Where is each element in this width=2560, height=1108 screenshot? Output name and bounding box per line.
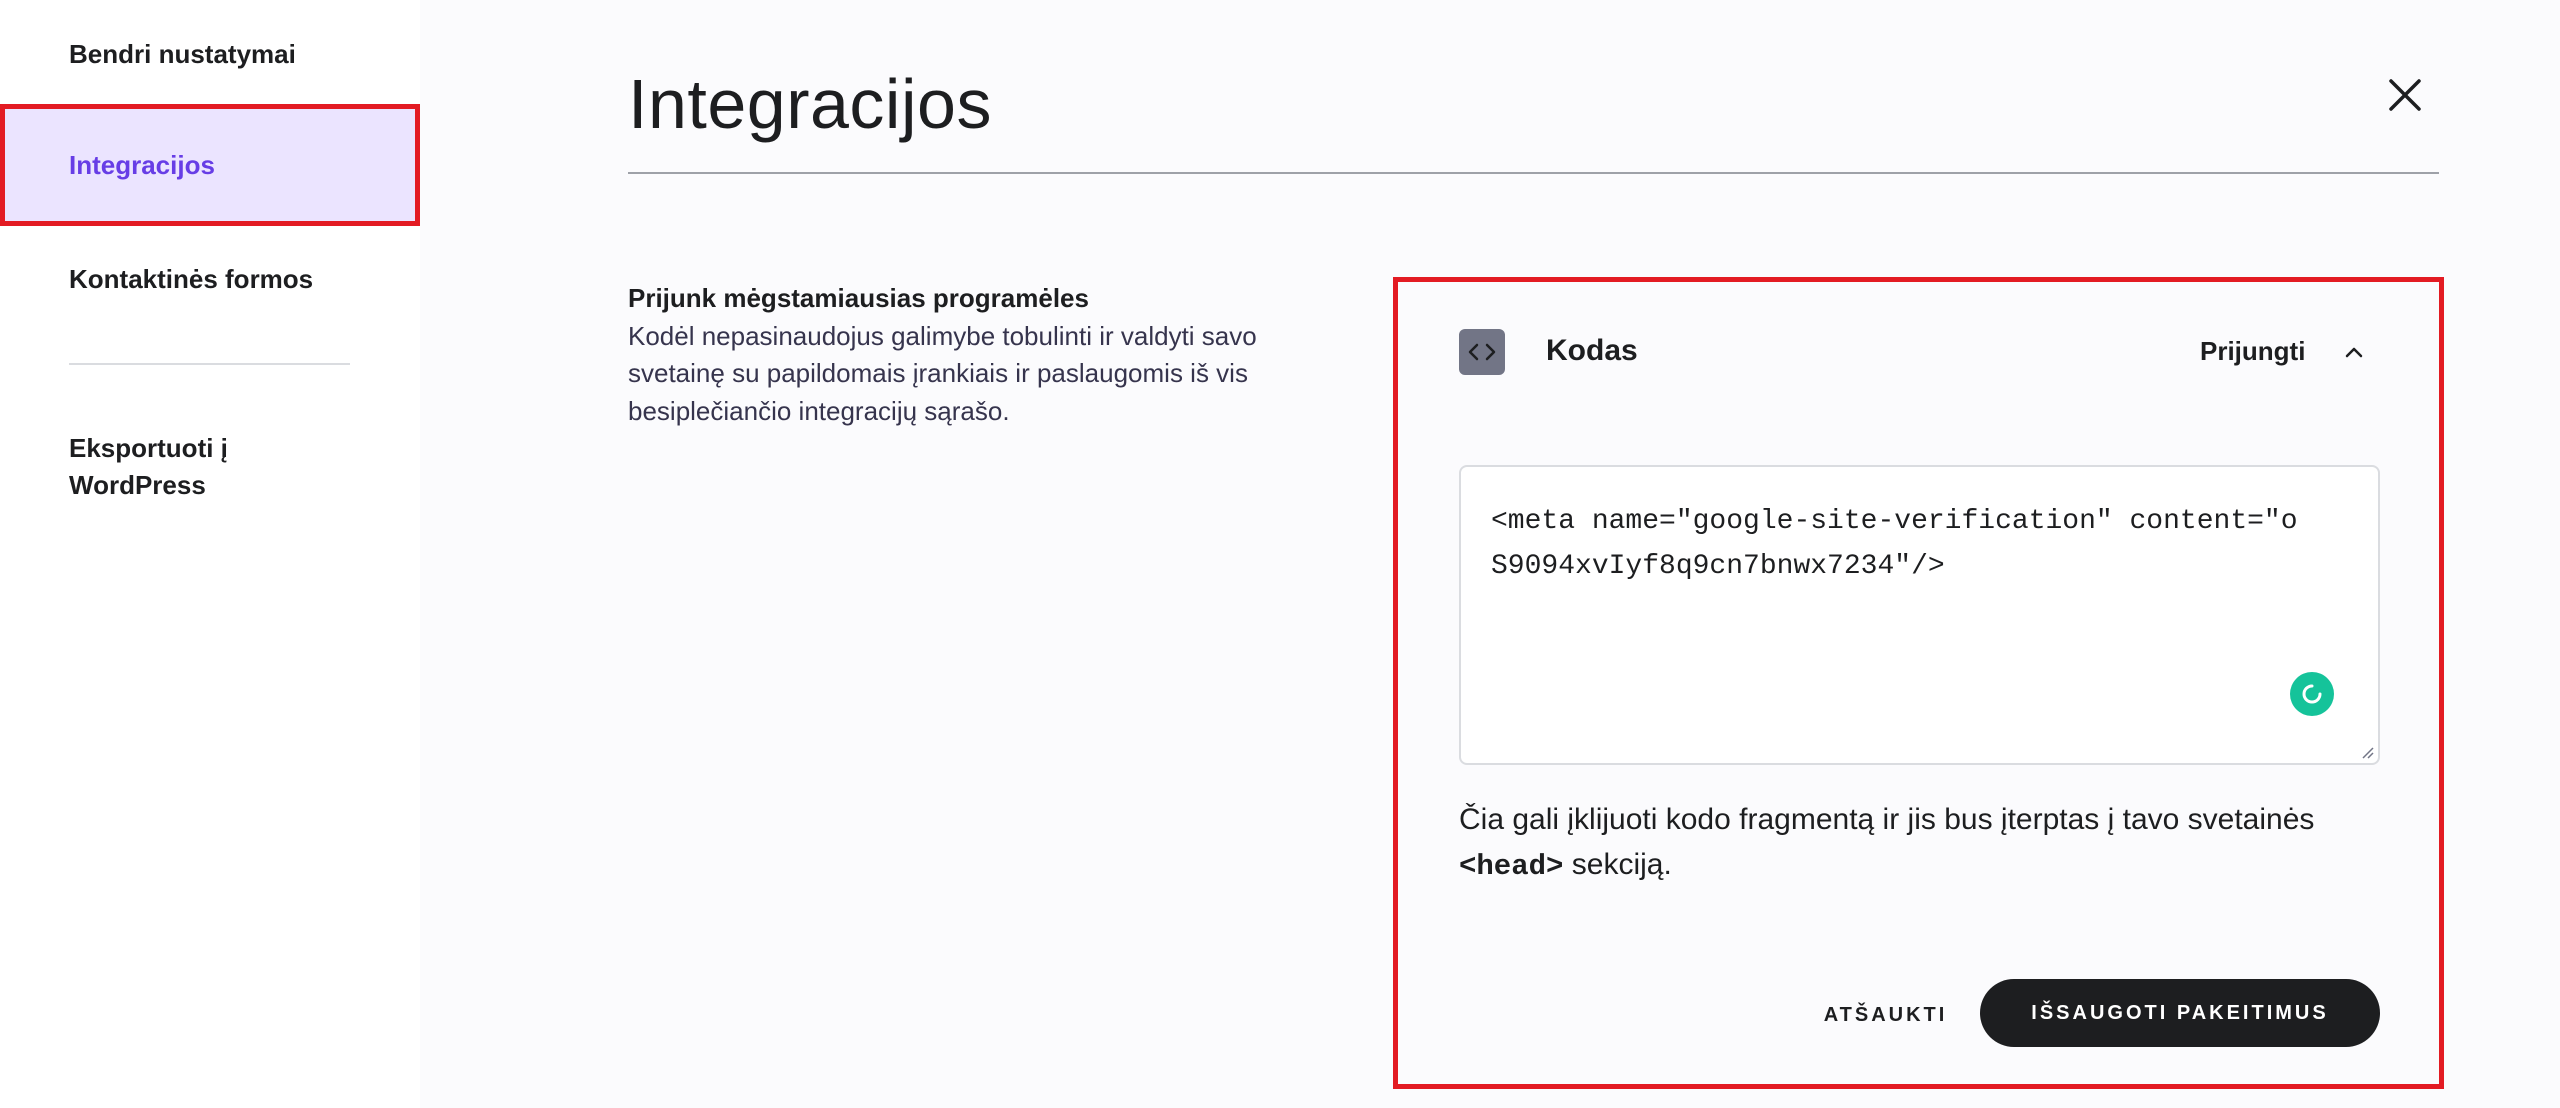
resize-handle-icon[interactable] [2360, 745, 2374, 759]
code-textarea[interactable]: <meta name="google-site-verification" co… [1459, 465, 2380, 765]
connect-button[interactable]: Prijungti [2200, 336, 2305, 367]
intro-section: Prijunk mėgstamiausias programėles Kodėl… [628, 280, 1328, 430]
sidebar-item-label: Integracijos [69, 150, 215, 180]
helper-suffix: sekciją. [1563, 848, 1672, 881]
grammarly-icon[interactable] [2290, 672, 2334, 716]
sidebar-item-integrations[interactable]: Integracijos [0, 104, 420, 226]
code-icon [1459, 329, 1505, 375]
close-icon [2389, 79, 2421, 111]
sidebar-divider [69, 363, 350, 365]
sidebar-item-contact-forms[interactable]: Kontaktinės formos [69, 261, 313, 298]
code-textarea-value: <meta name="google-site-verification" co… [1491, 506, 2298, 582]
sidebar: Bendri nustatymai Integracijos Kontaktin… [0, 0, 420, 1108]
save-changes-button[interactable]: IŠSAUGOTI PAKEITIMUS [1980, 979, 2380, 1047]
sidebar-item-export-wordpress[interactable]: Eksportuoti į WordPress [69, 430, 269, 504]
collapse-toggle[interactable] [2342, 340, 2366, 364]
close-button[interactable] [2380, 70, 2430, 120]
intro-heading: Prijunk mėgstamiausias programėles [628, 283, 1089, 313]
helper-text: Čia gali įklijuoti kodo fragmentą ir jis… [1459, 797, 2339, 889]
cancel-button[interactable]: ATŠAUKTI [1798, 982, 1973, 1048]
helper-head-tag: <head> [1459, 850, 1564, 883]
card-title: Kodas [1546, 334, 1638, 367]
title-divider [628, 172, 2439, 174]
page-title: Integracijos [628, 65, 992, 143]
intro-description: Kodėl nepasinaudojus galimybe tobulinti … [628, 320, 1257, 426]
helper-prefix: Čia gali įklijuoti kodo fragmentą ir jis… [1459, 803, 2315, 836]
chevron-up-icon [2345, 347, 2363, 358]
app-root: Bendri nustatymai Integracijos Kontaktin… [0, 0, 2560, 1108]
sidebar-item-general-settings[interactable]: Bendri nustatymai [69, 36, 296, 73]
code-integration-card: Kodas Prijungti <meta name="google-site-… [1393, 277, 2444, 1089]
